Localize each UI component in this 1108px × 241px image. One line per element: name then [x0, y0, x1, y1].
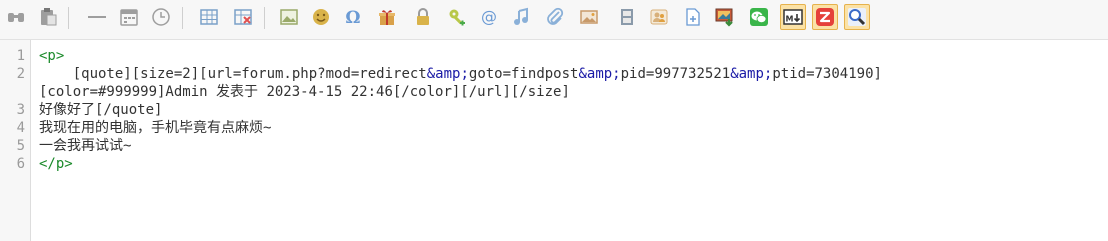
- emoticon-icon: [311, 7, 331, 27]
- line-number: 1: [16, 48, 25, 64]
- calendar-button[interactable]: [116, 4, 142, 30]
- search-zoom-button[interactable]: [844, 4, 870, 30]
- horizontal-rule-icon: [87, 7, 107, 27]
- at-mention-button[interactable]: @: [476, 4, 502, 30]
- clock-icon: [151, 7, 171, 27]
- photo-button[interactable]: [576, 4, 602, 30]
- code-text: ~: [123, 138, 132, 154]
- red-app-icon: [815, 7, 835, 27]
- code-area[interactable]: 1 <p> 2 [quote][size=2][url=forum.php?mod…: [17, 47, 1099, 173]
- lock-icon: [413, 7, 433, 27]
- music-icon: [511, 7, 531, 27]
- photo-icon: [579, 7, 599, 27]
- toolbar-separator: [182, 7, 183, 29]
- attachment-button[interactable]: [542, 4, 568, 30]
- code-text: goto=findpost: [468, 66, 579, 82]
- table-button[interactable]: [196, 4, 222, 30]
- line-number: 4: [16, 120, 25, 136]
- paste-icon: [38, 7, 58, 27]
- film-icon: [617, 7, 637, 27]
- special-char-button[interactable]: Ω: [340, 4, 366, 30]
- code-text: ~: [263, 120, 272, 136]
- image-download-button[interactable]: [712, 4, 738, 30]
- svg-text:M: M: [786, 15, 794, 24]
- line-number: 2: [16, 66, 25, 82]
- code-line-2: 2 [quote][size=2][url=forum.php?mod=redi…: [17, 65, 1099, 101]
- image-icon: [279, 7, 299, 27]
- special-char-icon: Ω: [343, 7, 363, 27]
- image-download-icon: [715, 7, 735, 27]
- gift-icon: [377, 7, 397, 27]
- code-line-3: 3 好像好了[/quote]: [17, 101, 1099, 119]
- red-app-button[interactable]: [812, 4, 838, 30]
- html-tag: <p>: [39, 48, 65, 64]
- calendar-icon: [119, 7, 139, 27]
- line-number: 3: [16, 102, 25, 118]
- code-line-1: 1 <p>: [17, 47, 1099, 65]
- code-line-6: 6 </p>: [17, 155, 1099, 173]
- code-line-5: 5 一会我再试试~: [17, 137, 1099, 155]
- wechat-icon: [749, 7, 769, 27]
- music-button[interactable]: [508, 4, 534, 30]
- new-page-icon: [683, 7, 703, 27]
- delete-table-icon: [233, 7, 253, 27]
- wechat-button[interactable]: [746, 4, 772, 30]
- find-replace-icon: [6, 7, 26, 27]
- search-zoom-icon: [847, 7, 867, 27]
- code-text: ptid=7304190]: [772, 66, 882, 82]
- horizontal-rule-button[interactable]: [84, 4, 110, 30]
- code-text: [color=#999999]Admin: [39, 84, 217, 100]
- html-tag: </p>: [39, 156, 73, 172]
- new-page-button[interactable]: [680, 4, 706, 30]
- lock-button[interactable]: [410, 4, 436, 30]
- code-text: [/quote]: [95, 102, 163, 118]
- code-text-cjk: 发表于: [216, 84, 259, 100]
- code-editor[interactable]: 1 <p> 2 [quote][size=2][url=forum.php?mod…: [0, 40, 1108, 241]
- html-entity: &amp;: [578, 66, 621, 82]
- code-text-cjk: 我现在用的电脑，手机毕竟有点麻烦: [39, 120, 263, 136]
- code-text: pid=997732521: [620, 66, 731, 82]
- code-text-cjk: 好像好了: [39, 102, 95, 118]
- paste-button[interactable]: [35, 4, 61, 30]
- table-icon: [199, 7, 219, 27]
- people-button[interactable]: [646, 4, 672, 30]
- svg-text:Ω: Ω: [345, 8, 360, 27]
- toolbar-separator: [264, 7, 265, 29]
- emoticon-button[interactable]: [308, 4, 334, 30]
- line-number: 6: [16, 156, 25, 172]
- key-button[interactable]: [444, 4, 470, 30]
- code-line-4: 4 我现在用的电脑，手机毕竟有点麻烦~: [17, 119, 1099, 137]
- editor-toolbar: Ω @ M: [0, 0, 1108, 40]
- film-button[interactable]: [614, 4, 640, 30]
- line-number: 5: [16, 138, 25, 154]
- people-icon: [649, 7, 669, 27]
- code-text-cjk: 一会我再试试: [39, 138, 123, 154]
- markdown-button[interactable]: M: [780, 4, 806, 30]
- toolbar-separator: [68, 7, 69, 29]
- attachment-icon: [545, 7, 565, 27]
- code-text: 2023-4-15 22:46[/color][/url][/size]: [258, 84, 570, 100]
- html-entity: &amp;: [730, 66, 773, 82]
- find-replace-button[interactable]: [3, 4, 29, 30]
- image-button[interactable]: [276, 4, 302, 30]
- key-icon: [447, 7, 467, 27]
- code-text: [quote][size=2][url=forum.php?mod=redire…: [39, 66, 427, 82]
- svg-text:@: @: [481, 7, 497, 26]
- delete-table-button[interactable]: [230, 4, 256, 30]
- at-mention-icon: @: [479, 7, 499, 27]
- clock-button[interactable]: [148, 4, 174, 30]
- html-entity: &amp;: [426, 66, 469, 82]
- markdown-icon: M: [783, 7, 803, 27]
- gift-button[interactable]: [374, 4, 400, 30]
